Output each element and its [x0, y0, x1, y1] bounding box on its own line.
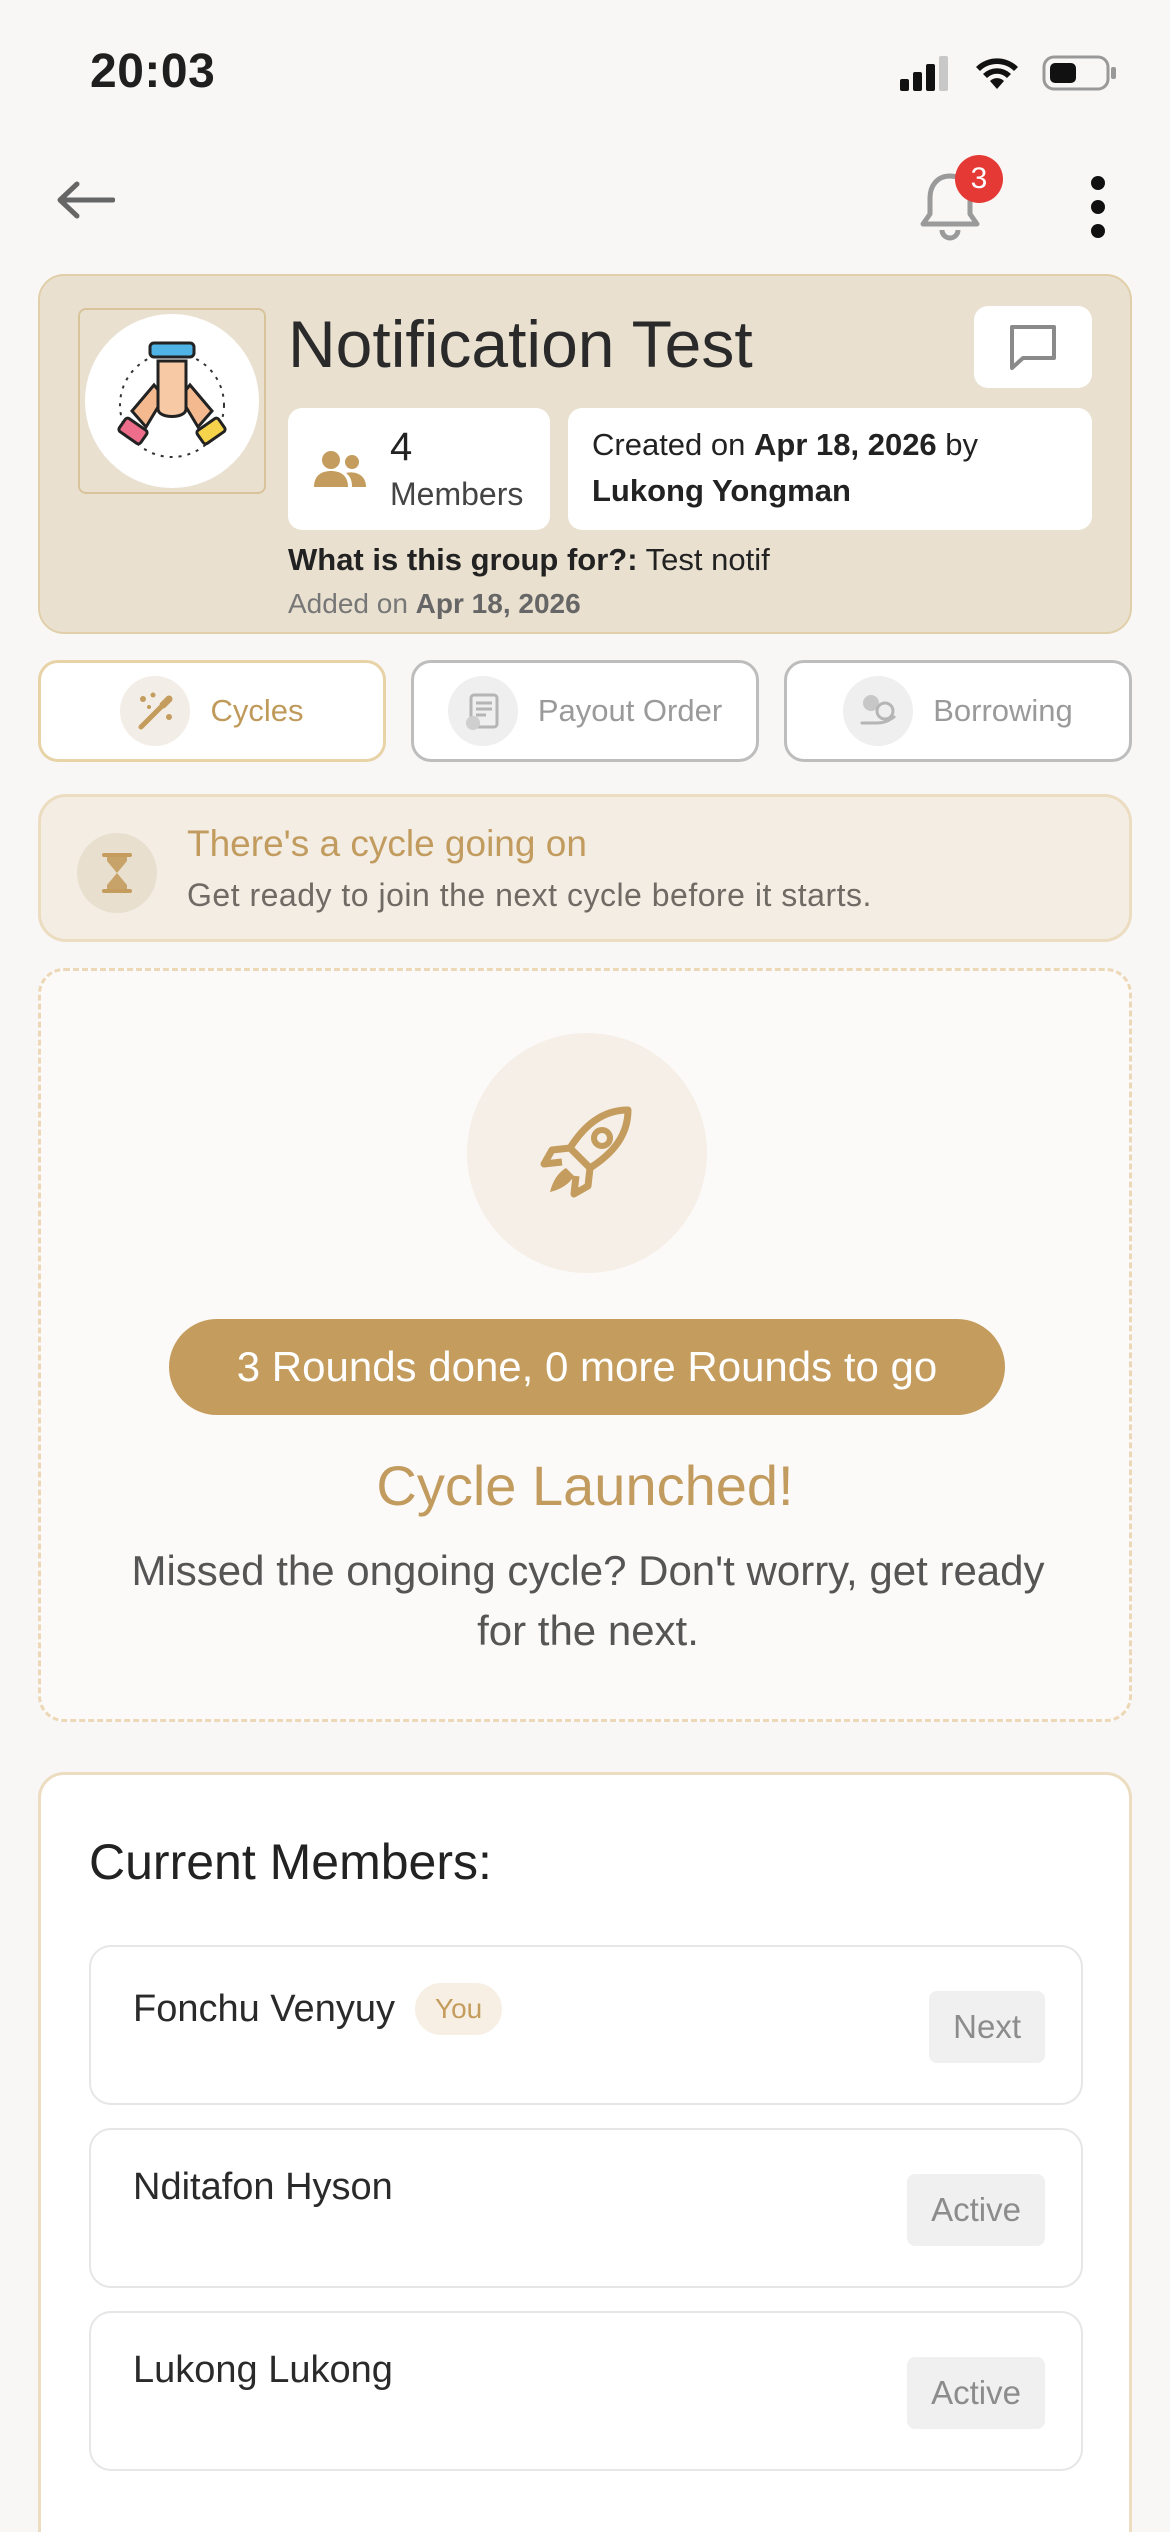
group-header-card: Notification Test 4 Members Created on A… [38, 274, 1132, 634]
member-name-wrap: Lukong Lukong [133, 2349, 393, 2392]
group-title: Notification Test [288, 307, 753, 381]
member-status-badge: Active [907, 2357, 1045, 2429]
battery-icon [1042, 55, 1116, 91]
cycle-launched-title: Cycle Launched! [376, 1454, 794, 1517]
cycle-launched-subtitle: Missed the ongoing cycle? Don't worry, g… [131, 1547, 1045, 1654]
added-date: Apr 18, 2026 [415, 588, 581, 619]
tab-borrowing-label: Borrowing [933, 693, 1073, 728]
member-name: Nditafon Hyson [133, 2166, 393, 2208]
banner-title: There's a cycle going on [187, 823, 587, 864]
people-icon [314, 451, 366, 487]
added-date-line: Added on Apr 18, 2026 [288, 588, 581, 620]
created-date: Apr 18, 2026 [754, 427, 937, 462]
group-purpose: What is this group for?: Test notif [288, 542, 770, 578]
members-label: Members [390, 476, 524, 512]
member-row[interactable]: Nditafon Hyson Active [89, 2128, 1083, 2288]
signal-icon [900, 56, 948, 91]
status-icons [898, 54, 1118, 92]
cycle-ongoing-banner: There's a cycle going on Get ready to jo… [38, 794, 1132, 942]
rounds-progress-pill: 3 Rounds done, 0 more Rounds to go [169, 1319, 1005, 1415]
money-hand-icon [843, 676, 914, 746]
created-prefix: Created on [592, 427, 754, 462]
tab-payout-order-label: Payout Order [537, 693, 723, 728]
tab-payout-order[interactable]: Payout Order [411, 660, 759, 762]
members-count: 4 [390, 425, 413, 469]
hourglass-icon [77, 833, 157, 913]
member-name-wrap: Nditafon Hyson [133, 2166, 393, 2209]
group-chat-button[interactable] [974, 306, 1092, 388]
current-members-card: Current Members: Fonchu Venyuy You Next … [38, 1772, 1132, 2532]
purpose-value: Test notif [637, 542, 770, 577]
back-button[interactable] [50, 170, 120, 230]
members-count-box[interactable]: 4 Members [288, 408, 550, 530]
chat-icon [1010, 325, 1056, 370]
notification-count-badge: 3 [955, 155, 1003, 203]
team-hands-icon [117, 341, 227, 458]
added-prefix: Added on [288, 588, 416, 619]
created-info-box: Created on Apr 18, 2026 by Lukong Yongma… [568, 408, 1092, 530]
rocket-icon-circle [467, 1033, 707, 1273]
created-by-word: by [936, 427, 979, 462]
tab-cycles-label: Cycles [210, 693, 304, 728]
arrow-left-icon [57, 181, 115, 219]
group-avatar [85, 314, 259, 488]
member-row[interactable]: Fonchu Venyuy You Next [89, 1945, 1083, 2105]
document-icon [447, 676, 518, 746]
member-name: Fonchu Venyuy [133, 1987, 395, 2030]
notifications-button[interactable]: 3 [915, 155, 1003, 241]
wifi-icon [976, 58, 1018, 89]
you-badge: You [414, 1983, 503, 2035]
more-options-button[interactable] [1075, 172, 1121, 242]
member-status-badge: Next [929, 1991, 1045, 2063]
more-vertical-icon [1091, 176, 1105, 238]
tab-borrowing[interactable]: Borrowing [784, 660, 1132, 762]
member-name-wrap: Fonchu Venyuy You [133, 1983, 503, 2035]
magic-wand-icon [120, 676, 191, 746]
status-time: 20:03 [90, 45, 216, 98]
members-section-title: Current Members: [89, 1834, 492, 1890]
rocket-icon [540, 1106, 632, 1198]
banner-subtitle: Get ready to join the next cycle before … [187, 877, 872, 913]
member-status-badge: Active [907, 2174, 1045, 2246]
member-row[interactable]: Lukong Lukong Active [89, 2311, 1083, 2471]
member-name: Lukong Lukong [133, 2349, 393, 2391]
creator-name: Lukong Yongman [592, 473, 851, 508]
tab-cycles[interactable]: Cycles [38, 660, 386, 762]
group-avatar-frame[interactable] [78, 308, 266, 494]
purpose-label: What is this group for?: [288, 542, 638, 577]
cycle-launched-card: 3 Rounds done, 0 more Rounds to go Cycle… [38, 968, 1132, 1722]
